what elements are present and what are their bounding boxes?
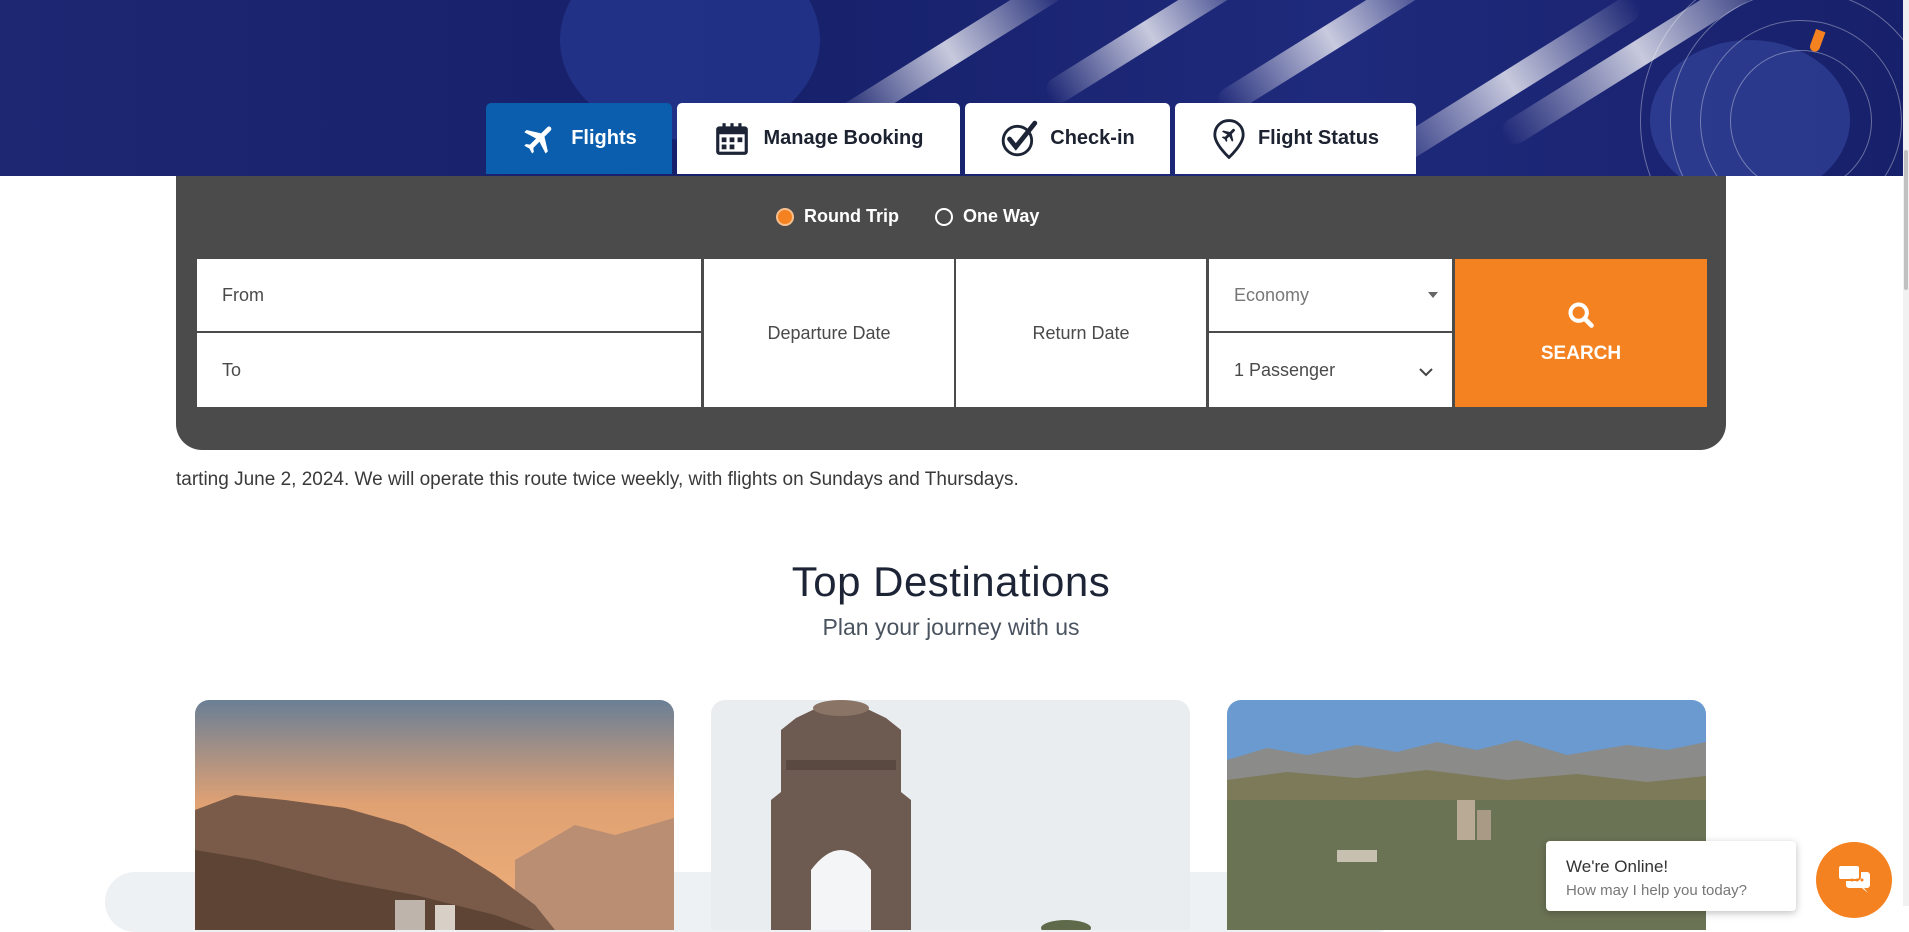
scrollbar-thumb[interactable] — [1904, 150, 1908, 290]
passengers-value: 1 Passenger — [1234, 359, 1336, 380]
chat-launcher-button[interactable] — [1816, 842, 1892, 918]
route-notice-text: tarting June 2, 2024. We will operate th… — [176, 469, 1019, 490]
chat-greeting-bubble[interactable]: We're Online! How may I help you today? — [1546, 841, 1796, 911]
chat-prompt: How may I help you today? — [1566, 882, 1747, 899]
tab-flight-status[interactable]: Flight Status — [1175, 103, 1416, 174]
calendar-icon — [713, 120, 751, 158]
to-field[interactable]: To — [197, 333, 701, 407]
cabin-class-value: Economy — [1234, 284, 1310, 305]
one-way-option[interactable]: One Way — [935, 206, 1039, 227]
section-subtitle: Plan your journey with us — [822, 614, 1080, 640]
location-plane-icon — [1212, 118, 1246, 159]
chevron-down-icon — [1418, 363, 1434, 384]
from-field[interactable]: From — [197, 259, 701, 331]
page-scrollbar[interactable] — [1903, 0, 1909, 906]
chat-bubbles-icon — [1836, 862, 1872, 899]
tab-label: Check-in — [1050, 127, 1135, 149]
tab-flights[interactable]: Flights — [486, 103, 672, 174]
one-way-label: One Way — [963, 206, 1040, 226]
round-trip-label: Round Trip — [804, 206, 899, 226]
return-date-placeholder: Return Date — [1032, 322, 1130, 343]
dropdown-caret-icon — [1428, 292, 1438, 298]
section-title: Top Destinations — [791, 558, 1111, 605]
radio-empty-icon — [935, 207, 953, 226]
from-placeholder: From — [222, 284, 264, 305]
chat-status: We're Online! — [1566, 857, 1669, 876]
return-date-field[interactable]: Return Date — [956, 259, 1206, 407]
plane-icon — [521, 120, 559, 158]
tab-label: Manage Booking — [763, 127, 924, 149]
tab-label: Flights — [571, 127, 637, 149]
round-trip-option[interactable]: Round Trip — [776, 206, 899, 227]
tab-label: Flight Status — [1257, 127, 1380, 149]
departure-date-placeholder: Departure Date — [767, 322, 891, 343]
to-placeholder: To — [222, 359, 242, 380]
destination-card-india-gate[interactable] — [711, 700, 1190, 930]
radio-selected-icon — [776, 207, 794, 226]
cabin-class-select[interactable]: Economy — [1209, 259, 1452, 331]
passengers-select[interactable]: 1 Passenger — [1209, 333, 1452, 407]
destination-card-kabul-sunset[interactable] — [195, 700, 674, 930]
search-icon — [1567, 301, 1595, 335]
tab-check-in[interactable]: Check-in — [965, 103, 1170, 174]
checkmark-icon — [1000, 120, 1038, 158]
destination-image — [195, 700, 674, 930]
search-button[interactable]: SEARCH — [1455, 259, 1707, 407]
departure-date-field[interactable]: Departure Date — [704, 259, 954, 407]
search-label: SEARCH — [1540, 343, 1622, 364]
tab-manage-booking[interactable]: Manage Booking — [677, 103, 960, 174]
destination-image — [711, 700, 1190, 930]
